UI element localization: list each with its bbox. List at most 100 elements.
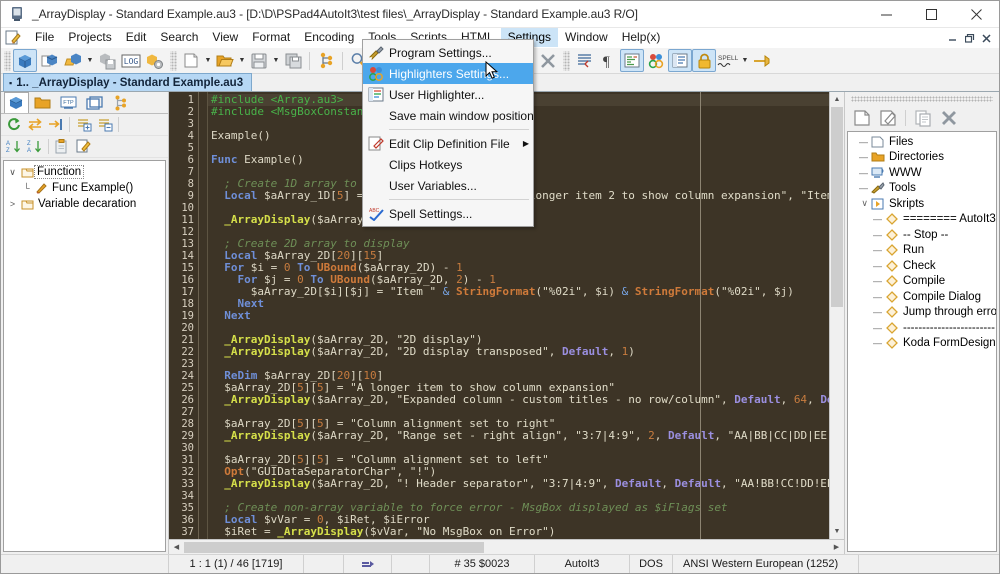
new-project-button[interactable] [13, 49, 37, 72]
spell-button[interactable]: SPELL [716, 49, 740, 72]
tree-expander-icon[interactable]: ∨ [848, 198, 870, 209]
code-line[interactable]: _ArrayDisplay($aArray_2D, "! Header sepa… [208, 478, 829, 490]
open-project-button[interactable] [61, 49, 85, 72]
code-line[interactable]: Next [208, 310, 829, 322]
menu-item-file[interactable]: File [28, 28, 61, 47]
right-panel-grip[interactable] [851, 96, 993, 102]
mdi-restore-button[interactable] [961, 30, 978, 46]
menu-item-search[interactable]: Search [153, 28, 205, 47]
menu-item-clips-hotkeys[interactable]: Clips Hotkeys [363, 154, 533, 175]
toolbar-grip-2[interactable] [170, 50, 177, 71]
tree-item[interactable]: — Check [848, 258, 996, 274]
mdi-close-button[interactable] [978, 30, 995, 46]
menu-item-encoding[interactable]: Encoding [297, 28, 361, 47]
mdi-minimize-button[interactable] [944, 30, 961, 46]
tree-item[interactable]: — Compile Dialog [848, 289, 996, 305]
editor-vertical-scrollbar[interactable]: ▲ ▼ [829, 92, 844, 539]
code-explorer-tab[interactable] [4, 92, 29, 113]
structure-tab[interactable] [108, 92, 133, 113]
file-explorer-tab[interactable] [30, 92, 55, 113]
save-all-button[interactable] [281, 49, 305, 72]
open-file-dropdown[interactable]: ▼ [237, 49, 247, 72]
vscroll-thumb[interactable] [831, 107, 843, 307]
ftp-tab[interactable]: FTP [56, 92, 81, 113]
line-numbers-button[interactable] [668, 49, 692, 72]
edit-tree-button[interactable] [73, 137, 94, 157]
sort-az-button[interactable]: A Z [3, 137, 24, 157]
tree-item[interactable]: — Jump through errors [848, 305, 996, 321]
code-explorer-tree[interactable]: ∨ Function └ Func Example() > Variable decara… [3, 160, 166, 552]
open-project-dropdown[interactable]: ▼ [85, 49, 95, 72]
settings-dropdown-menu[interactable]: Program Settings... Highlighters Settings… [362, 39, 534, 227]
menu-item-window[interactable]: Window [558, 28, 615, 47]
code-line[interactable]: $aArray_2D[$i][$j] = "Item " & StringFor… [208, 286, 829, 298]
tree-item[interactable]: ∨ Skripts [848, 196, 996, 212]
scroll-up-button[interactable]: ▲ [829, 92, 844, 107]
menu-item-view[interactable]: View [205, 28, 245, 47]
menu-item-save-main-window-position[interactable]: Save main window position [363, 105, 534, 126]
delete-item-button[interactable] [936, 107, 962, 129]
fold-gutter[interactable] [199, 92, 208, 539]
highlighter-name[interactable]: AutoIt3 [535, 555, 630, 573]
new-file-dropdown[interactable]: ▼ [203, 49, 213, 72]
toolbar-grip-4[interactable] [563, 50, 570, 71]
tree-item[interactable]: — Files [848, 134, 996, 150]
sync-button[interactable] [24, 115, 45, 135]
new-item-button[interactable] [849, 107, 875, 129]
toolbar-grip[interactable] [4, 50, 11, 71]
scroll-down-button[interactable]: ▼ [829, 524, 844, 539]
menu-item-user-variables[interactable]: User Variables... [363, 175, 533, 196]
menu-item-format[interactable]: Format [245, 28, 297, 47]
save-project-button[interactable] [95, 49, 119, 72]
tree-expander-icon[interactable]: > [6, 199, 19, 209]
log-button[interactable]: LOG [119, 49, 143, 72]
reformat-button[interactable] [314, 49, 338, 72]
duplicate-item-button[interactable] [910, 107, 936, 129]
code-line[interactable]: $iError = @error [208, 538, 829, 540]
windows-tab[interactable] [82, 92, 107, 113]
show-marks-button[interactable]: ¶ [596, 49, 620, 72]
spell-dropdown[interactable]: ▼ [740, 49, 750, 72]
save-file-button[interactable] [247, 49, 271, 72]
refresh-button[interactable] [3, 115, 24, 135]
edit-item-button[interactable] [875, 107, 901, 129]
maximize-button[interactable] [909, 1, 954, 28]
copy-tree-button[interactable] [52, 137, 73, 157]
tree-item[interactable]: — Compile [848, 274, 996, 290]
vscroll-track[interactable] [829, 107, 844, 524]
scripts-tree[interactable]: — Files — Directories — WWW — Tools ∨ Skripts — ===… [847, 131, 997, 552]
hscroll-thumb[interactable] [184, 541, 484, 553]
menu-item-projects[interactable]: Projects [61, 28, 118, 47]
tree-item[interactable]: — ======== AutoIt3 ======== [848, 212, 996, 228]
code-line[interactable]: _ArrayDisplay($aArray_2D, "Expanded colu… [208, 394, 829, 406]
code-line[interactable]: _ArrayDisplay($aArray_2D, "2D display tr… [208, 346, 829, 358]
menu-item-edit[interactable]: Edit [119, 28, 154, 47]
menu-item-help-x[interactable]: Help(x) [615, 28, 668, 47]
delete-button[interactable] [536, 49, 560, 72]
open-file-button[interactable] [213, 49, 237, 72]
close-button[interactable] [954, 1, 999, 28]
line-endings[interactable]: DOS [630, 555, 673, 573]
goto-line-button[interactable] [45, 115, 66, 135]
menu-item-program-settings[interactable]: Program Settings... [363, 42, 533, 63]
save-file-dropdown[interactable]: ▼ [271, 49, 281, 72]
project-copy-button[interactable] [37, 49, 61, 72]
tree-item[interactable]: — Run [848, 243, 996, 259]
code-line[interactable]: _ArrayDisplay($aArray_2D, "Range set - r… [208, 430, 829, 442]
wrap-lines-button[interactable] [572, 49, 596, 72]
project-settings-button[interactable] [143, 49, 167, 72]
menu-item-highlighters-settings[interactable]: Highlighters Settings... [363, 63, 533, 84]
sort-za-button[interactable]: Z A [24, 137, 45, 157]
tree-item[interactable]: — ------------------------ [848, 320, 996, 336]
collapse-all-button[interactable] [94, 115, 115, 135]
tree-item[interactable]: └ Func Example() [6, 180, 165, 196]
menu-item-user-highlighter[interactable]: User Highlighter... [363, 84, 533, 105]
tree-item[interactable]: — -- Stop -- [848, 227, 996, 243]
insert-mode-indicator[interactable] [344, 555, 392, 573]
new-file-button[interactable] [179, 49, 203, 72]
modified-indicator[interactable] [304, 555, 344, 573]
scroll-left-button[interactable]: ◀ [169, 540, 184, 555]
editor-horizontal-scrollbar[interactable]: ◀ ▶ [169, 539, 844, 554]
tree-item[interactable]: — Tools [848, 181, 996, 197]
minimize-button[interactable] [864, 1, 909, 28]
